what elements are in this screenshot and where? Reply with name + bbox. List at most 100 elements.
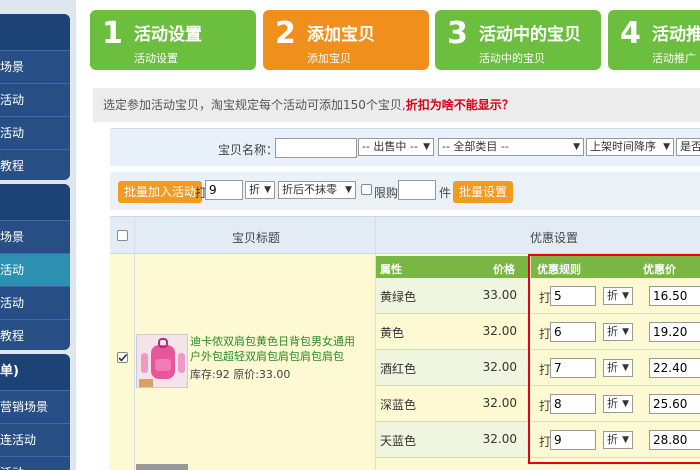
column-divider — [134, 254, 135, 470]
sort-select[interactable]: 上架时间降序 ▼ — [586, 138, 674, 156]
step-1[interactable]: 1 活动设置 活动设置 — [90, 10, 256, 70]
discount-input[interactable] — [550, 430, 596, 450]
discount-row: 打 折▼ — [531, 350, 700, 386]
unit-select[interactable]: 折 ▼ — [603, 323, 633, 341]
step-number: 3 — [447, 16, 468, 51]
notice-text: 选定参加活动宝贝，淘宝规定每个活动可添加150个宝贝, — [103, 98, 406, 112]
sku-price: 32.00 — [482, 396, 517, 410]
chevron-down-icon: ▼ — [622, 435, 629, 445]
step-title: 活动推 — [652, 25, 700, 45]
sidebar-item[interactable]: 场景 — [0, 220, 70, 253]
category-select-value: -- 全部类目 -- — [442, 140, 509, 153]
unit-select[interactable]: 折 ▼ — [603, 359, 633, 377]
status-select[interactable]: -- 出售中 -- ▼ — [358, 138, 434, 156]
discount-price-input[interactable] — [649, 286, 700, 306]
step-subtitle: 活动中的宝贝 — [479, 52, 545, 65]
sku-row: 酒红色 32.00 — [376, 350, 529, 386]
sku-price: 32.00 — [482, 432, 517, 446]
column-title-header: 宝贝标题 — [232, 231, 281, 245]
price-head: 价格 — [493, 263, 515, 276]
discount-row: 打 折▼ — [531, 278, 700, 314]
batch-discount-input[interactable] — [205, 180, 243, 200]
step-bar: 1 活动设置 活动设置 2 添加宝贝 添加宝贝 3 活动中的宝贝 活动中的宝贝 … — [88, 10, 700, 72]
product-name-label: 宝贝名称： — [218, 143, 279, 157]
sku-attr: 黄色 — [380, 326, 405, 340]
product-title-link[interactable]: 迪卡侬双肩包黄色日背包男女通用户外包超轻双肩包肩包肩包肩包 — [190, 334, 358, 364]
column-discount-header: 优惠设置 — [530, 231, 579, 245]
batch-unit-select[interactable]: 折 ▼ — [245, 181, 275, 199]
batch-bar: 批量加入活动 打 折▼ 折后不抹零▼ 限购 件 批量设置 — [110, 172, 700, 210]
notice-bar: 选定参加活动宝贝，淘宝规定每个活动可添加150个宝贝,折扣为啥不能显示？ — [93, 88, 700, 122]
unit-select[interactable]: 折 ▼ — [603, 395, 633, 413]
step-4[interactable]: 4 活动推 活动推广 — [608, 10, 700, 70]
sidebar-item[interactable]: 教程 — [0, 319, 70, 350]
rule-subheader: 优惠规则 优惠价 — [531, 256, 700, 278]
batch-unit-value: 折 — [249, 183, 260, 196]
sku-attr: 深蓝色 — [380, 398, 417, 412]
discount-price-input[interactable] — [649, 322, 700, 342]
chevron-down-icon: ▼ — [622, 363, 629, 373]
discount-input[interactable] — [550, 358, 596, 378]
sku-price: 32.00 — [482, 324, 517, 338]
backpack-image — [137, 335, 187, 387]
row-checkbox[interactable] — [117, 352, 128, 363]
sidebar-item[interactable]: 教程 — [0, 149, 70, 180]
sidebar-item[interactable]: 活动 — [0, 456, 70, 470]
rounding-select[interactable]: 折后不抹零 ▼ — [278, 181, 356, 199]
limit-checkbox[interactable] — [361, 184, 372, 195]
product-name-input[interactable] — [275, 138, 357, 158]
sku-row: 天蓝色 32.00 — [376, 422, 529, 458]
chevron-down-icon: ▼ — [622, 399, 629, 409]
sidebar-item[interactable]: 活动 — [0, 83, 70, 116]
status-select-value: -- 出售中 -- — [362, 140, 418, 153]
sku-attr: 天蓝色 — [380, 434, 417, 448]
chevron-down-icon: ▼ — [345, 185, 352, 195]
step-title: 活动中的宝贝 — [479, 25, 581, 45]
unit-select[interactable]: 折 ▼ — [603, 431, 633, 449]
page: 场景 活动 活动 教程 场景 活动 活动 教程 单) 营销场景 连活动 活动 1… — [0, 0, 700, 470]
sidebar-item[interactable]: 连活动 — [0, 423, 70, 456]
discount-help-link[interactable]: 折扣为啥不能显示？ — [406, 98, 514, 112]
discount-input[interactable] — [550, 286, 596, 306]
attr-subheader: 属性 价格 — [376, 256, 529, 278]
discount-input[interactable] — [550, 322, 596, 342]
step-subtitle: 活动推广 — [652, 52, 696, 65]
category-select[interactable]: -- 全部类目 -- ▼ — [438, 138, 584, 156]
sort-select-value: 上架时间降序 — [590, 140, 656, 153]
step-3[interactable]: 3 活动中的宝贝 活动中的宝贝 — [435, 10, 601, 70]
sidebar-item[interactable]: 营销场景 — [0, 390, 70, 423]
discount-input[interactable] — [550, 394, 596, 414]
select-all-checkbox[interactable] — [117, 230, 128, 241]
sidebar-group-1: 场景 活动 活动 教程 — [0, 14, 70, 180]
sidebar-item[interactable]: 场景 — [0, 50, 70, 83]
batch-set-button[interactable]: 批量设置 — [453, 181, 514, 203]
limit-input[interactable] — [398, 180, 436, 200]
product-thumbnail[interactable] — [136, 334, 188, 388]
checkmark-icon — [118, 353, 128, 362]
sidebar-item-active[interactable]: 活动 — [0, 253, 70, 286]
discount-price-input[interactable] — [649, 394, 700, 414]
discount-price-input[interactable] — [649, 430, 700, 450]
step-number: 2 — [275, 16, 296, 51]
batch-add-button[interactable]: 批量加入活动 — [118, 181, 203, 203]
step-subtitle: 添加宝贝 — [307, 52, 351, 65]
unit-value: 折 — [607, 433, 618, 446]
limit-unit: 件 — [439, 186, 452, 200]
sidebar-group-title[interactable]: 单) — [0, 354, 70, 390]
filter-bar: 宝贝名称： -- 出售中 -- ▼ -- 全部类目 -- ▼ 上架时间降序 ▼ 是否 — [110, 128, 700, 166]
extra-select-value: 是否 — [680, 140, 700, 153]
step-subtitle: 活动设置 — [134, 52, 178, 65]
rule-head: 优惠规则 — [537, 263, 581, 276]
discount-price-input[interactable] — [649, 358, 700, 378]
sku-row: 深蓝色 32.00 — [376, 386, 529, 422]
sku-attr: 酒红色 — [380, 362, 417, 376]
unit-select[interactable]: 折 ▼ — [603, 287, 633, 305]
step-2[interactable]: 2 添加宝贝 添加宝贝 — [263, 10, 429, 70]
extra-select[interactable]: 是否 — [676, 138, 700, 156]
unit-value: 折 — [607, 361, 618, 374]
sidebar-item[interactable]: 活动 — [0, 116, 70, 149]
sidebar: 场景 活动 活动 教程 场景 活动 活动 教程 单) 营销场景 连活动 活动 — [0, 0, 76, 470]
next-product-thumbnail[interactable] — [136, 464, 188, 470]
chevron-down-icon: ▼ — [663, 142, 670, 152]
sidebar-item[interactable]: 活动 — [0, 286, 70, 319]
